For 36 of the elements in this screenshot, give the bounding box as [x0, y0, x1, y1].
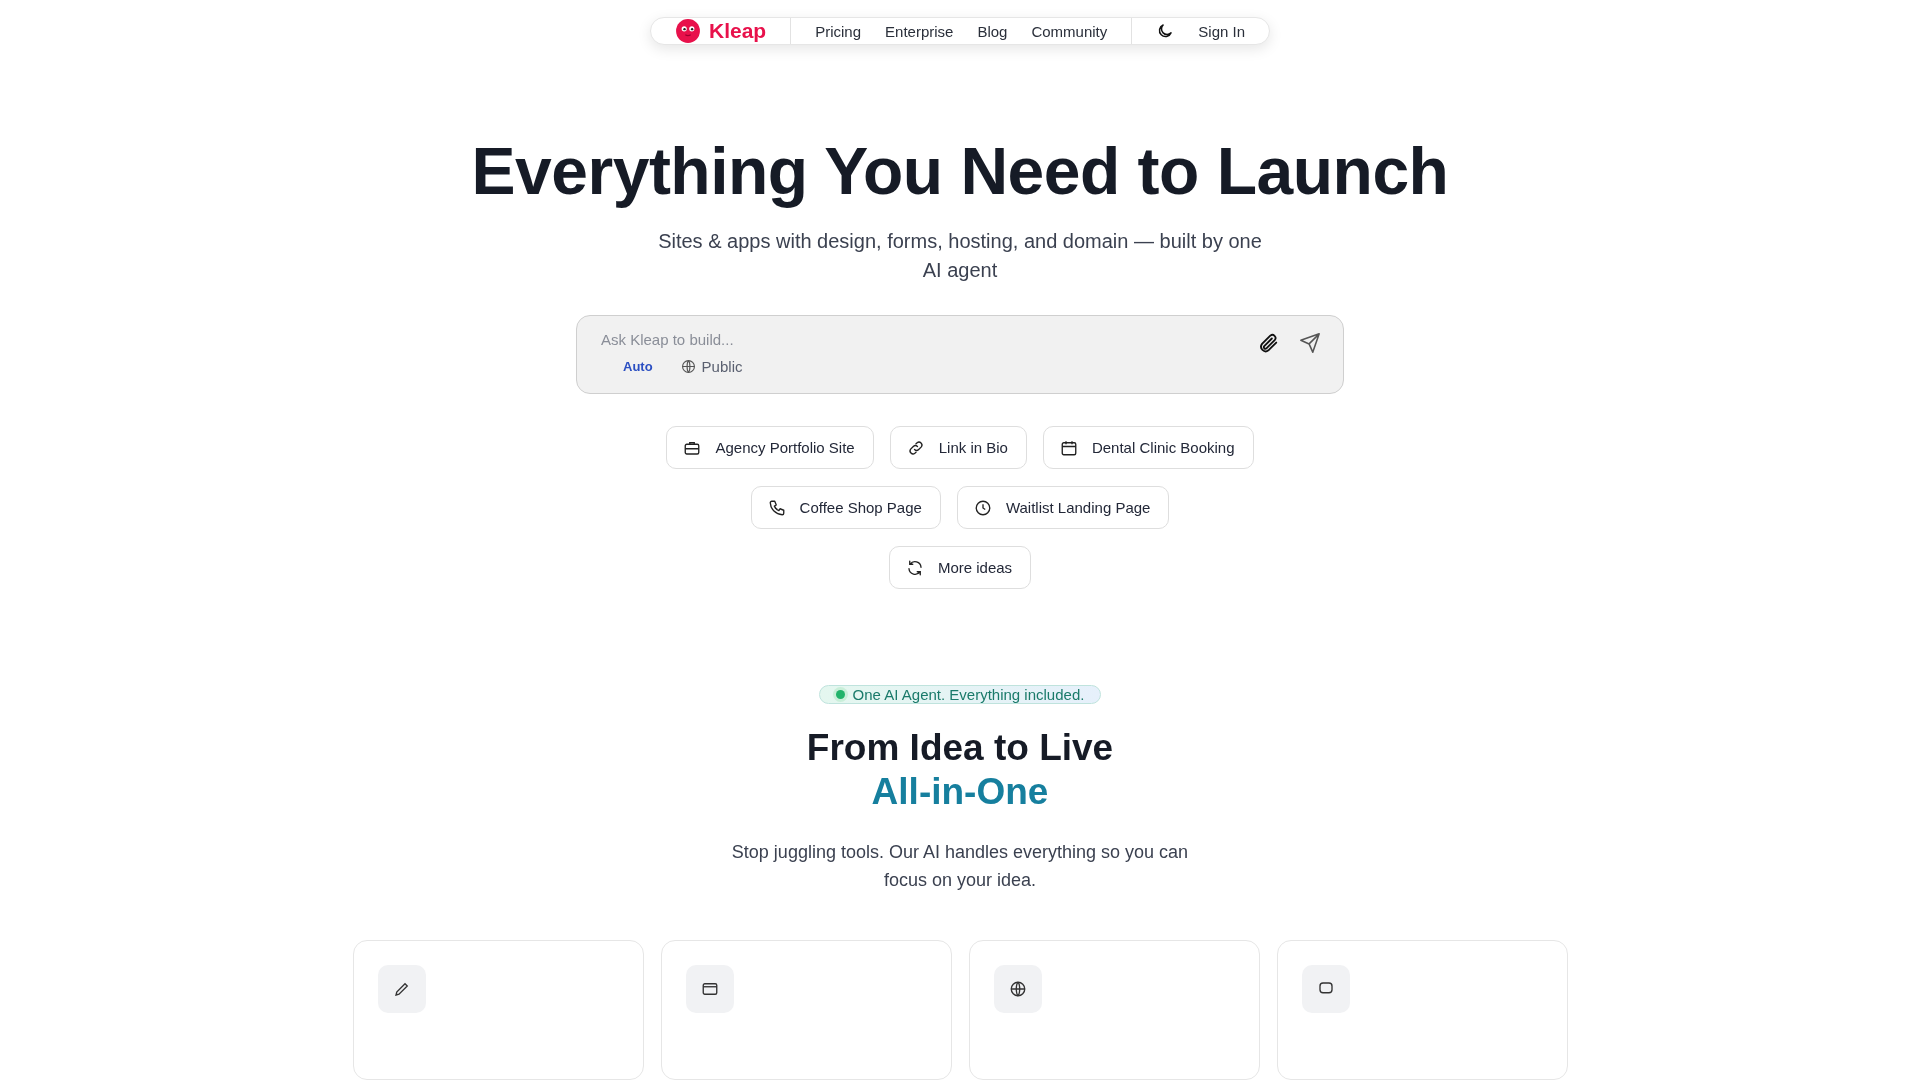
- feature-icon: [377, 965, 426, 1013]
- refresh-icon: [905, 558, 924, 577]
- feature-icon: [1301, 965, 1350, 1013]
- prompt-input-field[interactable]: Ask Kleap to build... Auto Public: [576, 315, 1344, 394]
- brand-link[interactable]: Kleap: [709, 19, 767, 43]
- nav-link[interactable]: Community: [1031, 22, 1108, 40]
- section-heading: From Idea to Live: [806, 726, 1114, 770]
- suggestion-chip[interactable]: Dental Clinic Booking: [1042, 426, 1254, 469]
- phone-icon: [767, 498, 786, 517]
- link-icon: [906, 438, 925, 457]
- suggestion-chip[interactable]: Coffee Shop Page: [750, 486, 941, 529]
- nav-link[interactable]: Enterprise: [885, 22, 954, 40]
- section-heading-accent: All-in-One: [871, 770, 1049, 814]
- suggestion-chip[interactable]: Waitlist Landing Page: [956, 486, 1170, 529]
- feature-icon: [993, 965, 1042, 1013]
- hero-subtitle: Sites & apps with design, forms, hosting, and domain — built by one AI agent: [657, 229, 1263, 283]
- nav-link[interactable]: Pricing: [815, 22, 862, 40]
- logo-icon[interactable]: [675, 18, 701, 44]
- mode-selector[interactable]: Auto: [617, 355, 659, 378]
- paperclip-icon[interactable]: [1257, 332, 1279, 354]
- sign-in-link[interactable]: Sign In: [1198, 22, 1245, 40]
- visibility-selector[interactable]: Public: [674, 354, 749, 379]
- nav-link[interactable]: Blog: [977, 22, 1008, 40]
- suggestion-chip[interactable]: More ideas: [888, 546, 1032, 589]
- moon-icon[interactable]: [1156, 22, 1175, 40]
- suggestion-chip[interactable]: Link in Bio: [889, 426, 1027, 469]
- hero-title: Everything You Need to Launch: [471, 133, 1449, 209]
- badge-text: One AI Agent. Everything included.: [852, 686, 1085, 703]
- send-icon[interactable]: [1299, 332, 1321, 354]
- clock-icon: [973, 498, 992, 517]
- feature-icon: [685, 965, 734, 1013]
- status-dot-icon: [835, 690, 845, 699]
- calendar-icon: [1059, 438, 1078, 457]
- section-text: Stop juggling tools. Our AI handles everything so you can focus on your idea.: [730, 841, 1190, 892]
- globe-icon: [680, 359, 696, 374]
- suggestion-chip[interactable]: Agency Portfolio Site: [666, 426, 874, 469]
